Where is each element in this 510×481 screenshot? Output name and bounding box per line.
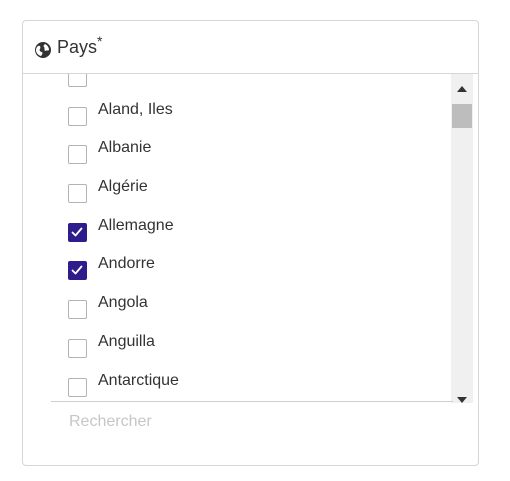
checkbox[interactable] xyxy=(68,74,87,87)
country-option-label: Anguilla xyxy=(98,332,155,350)
country-option-label: Angola xyxy=(98,294,148,312)
required-marker: * xyxy=(97,33,103,49)
country-option[interactable]: Allemagne xyxy=(51,215,451,254)
checkmark-icon xyxy=(71,266,83,275)
country-option[interactable] xyxy=(51,74,451,99)
list-scrollbar[interactable] xyxy=(451,74,473,403)
search-input[interactable] xyxy=(51,403,453,441)
checkbox-checked[interactable] xyxy=(68,222,87,242)
checkbox[interactable] xyxy=(68,184,87,204)
country-option[interactable]: Angola xyxy=(51,292,451,331)
country-option[interactable]: Andorre xyxy=(51,253,451,292)
scrollbar-thumb[interactable] xyxy=(452,104,472,128)
checkbox-checked[interactable] xyxy=(68,261,87,281)
country-list[interactable]: Aland, Iles Albanie Algérie Allemagne Andorr… xyxy=(51,74,451,401)
country-option[interactable]: Algérie xyxy=(51,176,451,215)
panel-header: Pays * xyxy=(23,21,478,74)
scroll-up-arrow-icon[interactable] xyxy=(457,86,467,92)
country-multiselect-panel: Pays * Aland, Iles Albanie Algérie Allemagn… xyxy=(22,20,479,466)
scroll-down-arrow-icon[interactable] xyxy=(457,397,467,403)
checkbox[interactable] xyxy=(68,338,87,358)
country-option-label: Algérie xyxy=(98,178,148,196)
country-option[interactable]: Anguilla xyxy=(51,331,451,370)
checkbox[interactable] xyxy=(68,145,87,165)
country-option[interactable]: Aland, Iles xyxy=(51,99,451,138)
country-option-label: Albanie xyxy=(98,139,152,157)
checkbox[interactable] xyxy=(68,377,87,397)
checkbox[interactable] xyxy=(68,106,87,126)
globe-icon xyxy=(34,41,52,59)
search-area xyxy=(51,401,453,443)
country-option[interactable]: Antarctique xyxy=(51,370,451,402)
checkbox[interactable] xyxy=(68,300,87,320)
checkmark-icon xyxy=(71,227,83,237)
field-title: Pays xyxy=(57,37,98,57)
country-option-label: Aland, Iles xyxy=(98,100,173,118)
country-option-label: Antarctique xyxy=(98,371,179,389)
country-option-label: Allemagne xyxy=(98,216,174,234)
country-option-label: Andorre xyxy=(98,255,155,273)
country-option[interactable]: Albanie xyxy=(51,137,451,176)
